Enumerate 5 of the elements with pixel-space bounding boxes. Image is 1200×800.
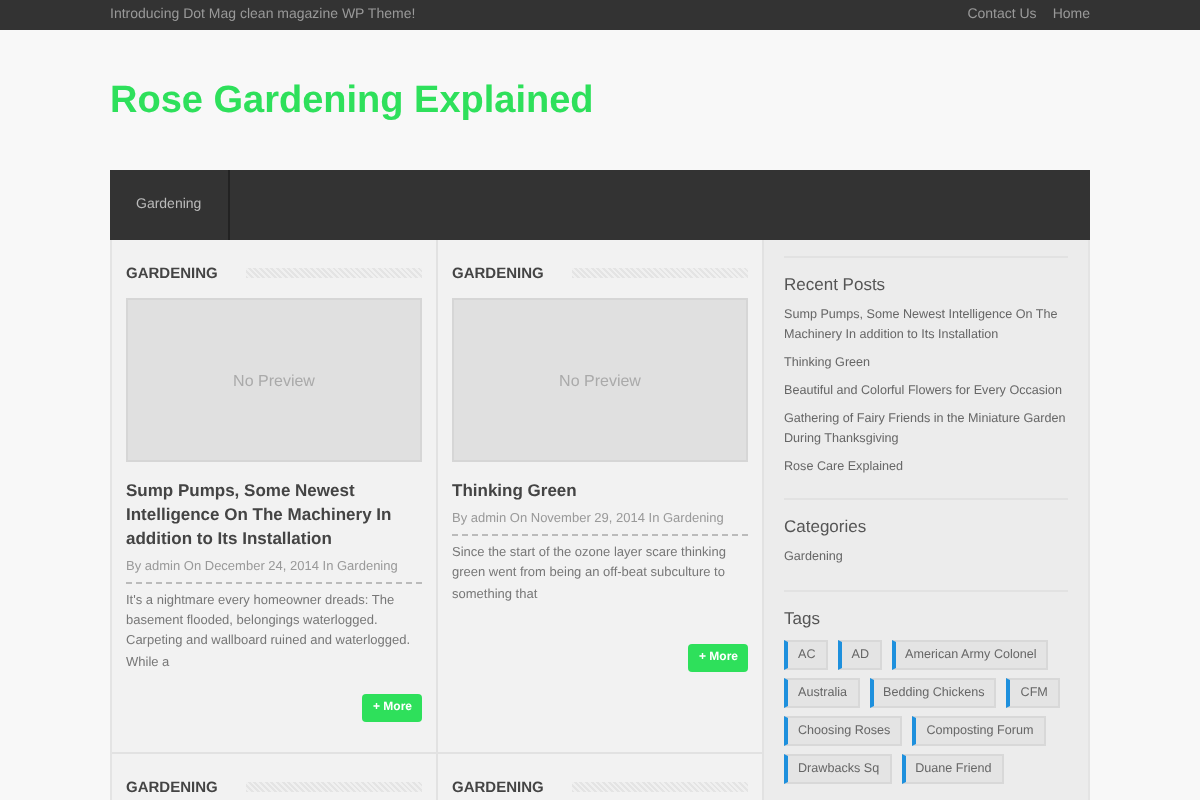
post-title[interactable]: Sump Pumps, Some Newest Intelligence On The Machinery In addition to Its Installation [126,480,422,552]
widget-title: Tags [784,607,822,627]
widget-title: Recent Posts [784,274,888,294]
post-title[interactable]: Thinking Green [452,480,748,504]
widget-title: Categories [784,516,869,537]
